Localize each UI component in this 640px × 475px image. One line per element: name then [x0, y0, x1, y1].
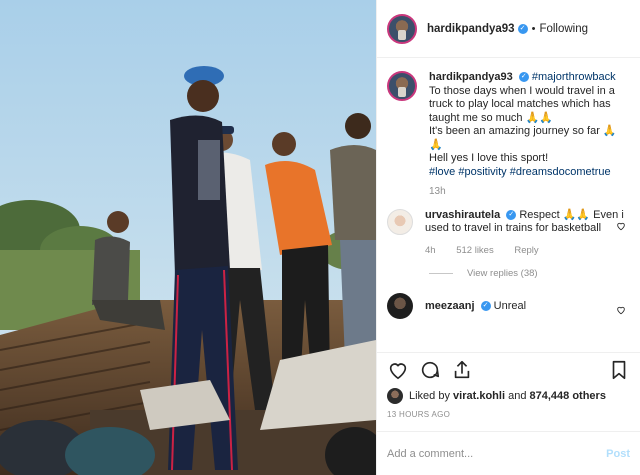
caption-username[interactable]: hardikpandya93 — [429, 71, 513, 83]
reply-button[interactable]: Reply — [514, 245, 538, 256]
comment-username[interactable]: urvashirautela — [425, 209, 500, 221]
caption-hashtag-lead[interactable]: #majorthrowback — [532, 71, 616, 83]
likes-others[interactable]: 874,448 others — [530, 390, 606, 402]
likes-summary: Liked by virat.kohli and 874,448 others — [387, 388, 630, 404]
bookmark-icon[interactable] — [608, 359, 630, 381]
verified-badge-icon: ✓ — [517, 23, 528, 34]
post-photo[interactable] — [0, 0, 376, 475]
author-username[interactable]: hardikpandya93 — [427, 23, 515, 35]
verified-badge-icon: ✓ — [506, 209, 517, 220]
caption-hashtags[interactable]: #love #positivity #dreamsdocometrue — [429, 166, 630, 180]
post-side-panel: hardikpandya93 ✓ • Following hardikpandy… — [376, 0, 640, 475]
comment-time[interactable]: 4h — [425, 245, 436, 256]
comment-heart-icon[interactable] — [616, 305, 626, 315]
likes-joiner: and — [508, 390, 527, 402]
liker-avatar[interactable] — [387, 388, 403, 404]
view-replies-line — [429, 273, 453, 275]
view-replies-button[interactable]: View replies (38) — [429, 267, 630, 281]
comment-text: Unreal — [493, 299, 527, 312]
add-comment-bar: Post — [377, 431, 640, 475]
comment-meta: 4h 512 likes Reply — [425, 244, 630, 258]
post-button[interactable]: Post — [606, 448, 630, 460]
comment-item: meezaanj ✓ Unreal — [387, 292, 630, 319]
post-header: hardikpandya93 ✓ • Following — [377, 0, 640, 58]
caption-line2: It's been an amazing journey so far 🙏🙏 — [429, 125, 617, 151]
liker-username[interactable]: virat.kohli — [453, 390, 505, 402]
post-timestamp[interactable]: 13 HOURS AGO — [387, 410, 450, 419]
comment-likes[interactable]: 512 likes — [456, 245, 494, 256]
comments-section[interactable]: hardikpandya93 ✓ #majorthrowback To thos… — [377, 59, 640, 352]
view-replies-label: View replies (38) — [467, 268, 538, 279]
caption-line1: To those days when I would travel in a t… — [429, 84, 615, 124]
commenter-avatar[interactable] — [387, 292, 413, 319]
comment-icon[interactable] — [419, 359, 441, 381]
caption-avatar[interactable] — [387, 71, 417, 101]
caption-time[interactable]: 13h — [429, 185, 630, 199]
heart-icon[interactable] — [387, 359, 409, 381]
comment-input[interactable] — [387, 447, 607, 460]
verified-badge-icon: ✓ — [480, 300, 491, 311]
comment-username[interactable]: meezaanj — [425, 300, 475, 312]
following-button[interactable]: Following — [539, 23, 588, 35]
action-bar — [377, 352, 640, 386]
likes-prefix: Liked by — [409, 390, 450, 402]
author-avatar[interactable] — [387, 13, 417, 44]
caption: hardikpandya93 ✓ #majorthrowback To thos… — [387, 71, 630, 199]
separator-dot: • — [531, 22, 536, 35]
commenter-avatar[interactable] — [387, 208, 413, 235]
verified-badge-icon: ✓ — [518, 72, 529, 83]
post-photo-image — [0, 0, 376, 475]
comment-heart-icon[interactable] — [616, 221, 626, 231]
comment-item: urvashirautela ✓ Respect 🙏🙏 Even i used … — [387, 208, 630, 281]
share-icon[interactable] — [451, 359, 473, 381]
caption-line3: Hell yes I love this sport! — [429, 152, 549, 164]
